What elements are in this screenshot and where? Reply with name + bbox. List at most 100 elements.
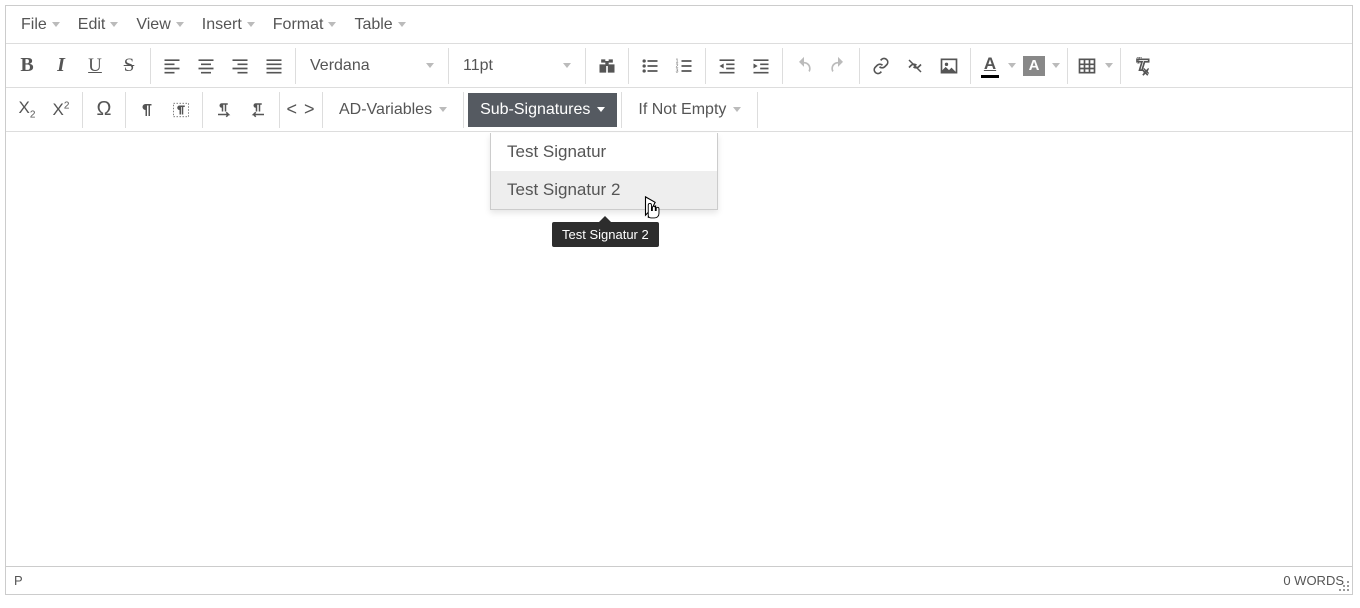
toolbar-row-2: X2 X2 Ω < > AD-Variables Sub-Signatures … xyxy=(6,88,1352,132)
separator xyxy=(1120,48,1121,84)
separator xyxy=(705,48,706,84)
italic-button[interactable]: I xyxy=(44,49,78,83)
bullet-list-button[interactable] xyxy=(633,49,667,83)
separator xyxy=(150,48,151,84)
undo-button[interactable] xyxy=(787,49,821,83)
ltr-button[interactable] xyxy=(207,93,241,127)
show-invisibles-button[interactable] xyxy=(130,93,164,127)
superscript-icon: X2 xyxy=(53,100,70,120)
insert-link-button[interactable] xyxy=(864,49,898,83)
menu-label: Format xyxy=(273,16,324,34)
menu-table[interactable]: Table xyxy=(345,10,414,40)
dropdown-item-label: Test Signatur 2 xyxy=(507,180,620,199)
caret-icon xyxy=(439,107,447,112)
resize-grip[interactable] xyxy=(1338,580,1350,592)
font-family-select[interactable]: Verdana xyxy=(300,49,444,83)
element-path[interactable]: P xyxy=(14,573,23,588)
code-icon: < > xyxy=(286,99,315,120)
align-justify-button[interactable] xyxy=(257,49,291,83)
bold-icon: B xyxy=(20,54,33,77)
align-left-button[interactable] xyxy=(155,49,189,83)
special-char-button[interactable]: Ω xyxy=(87,93,121,127)
align-center-button[interactable] xyxy=(189,49,223,83)
numbered-list-button[interactable]: 123 xyxy=(667,49,701,83)
toolbar-row-1: B I U S Verdana 11pt 123 A xyxy=(6,44,1352,88)
bg-color-icon: A xyxy=(1023,56,1045,76)
caret-icon xyxy=(110,22,118,27)
bold-button[interactable]: B xyxy=(10,49,44,83)
separator xyxy=(585,48,586,84)
show-blocks-button[interactable] xyxy=(164,93,198,127)
tooltip-text: Test Signatur 2 xyxy=(562,227,649,242)
table-button[interactable] xyxy=(1072,49,1116,83)
ltr-icon xyxy=(215,101,233,119)
editor: File Edit View Insert Format Table B I U… xyxy=(5,5,1353,595)
menu-view[interactable]: View xyxy=(127,10,192,40)
outdent-button[interactable] xyxy=(710,49,744,83)
font-family-value: Verdana xyxy=(310,57,416,75)
menu-insert[interactable]: Insert xyxy=(193,10,264,40)
font-size-select[interactable]: 11pt xyxy=(453,49,581,83)
insert-image-button[interactable] xyxy=(932,49,966,83)
dropdown-item-label: Test Signatur xyxy=(507,142,606,161)
separator xyxy=(628,48,629,84)
menu-label: File xyxy=(21,16,47,34)
text-color-button[interactable]: A xyxy=(975,49,1019,83)
find-replace-button[interactable] xyxy=(590,49,624,83)
bullet-list-icon xyxy=(640,56,660,76)
pilcrow-dotted-icon xyxy=(172,101,190,119)
separator xyxy=(782,48,783,84)
separator xyxy=(859,48,860,84)
unlink-icon xyxy=(906,57,924,75)
if-not-empty-button[interactable]: If Not Empty xyxy=(626,93,753,127)
strikethrough-icon: S xyxy=(124,55,135,77)
separator xyxy=(757,92,758,128)
separator xyxy=(1067,48,1068,84)
underline-icon: U xyxy=(88,55,102,77)
dropdown-item-test-signatur-2[interactable]: Test Signatur 2 xyxy=(491,171,717,209)
menu-format[interactable]: Format xyxy=(264,10,346,40)
undo-icon xyxy=(794,56,814,76)
separator xyxy=(463,92,464,128)
omega-icon: Ω xyxy=(97,98,112,121)
statusbar: P 0 WORDS xyxy=(6,566,1352,594)
bg-color-button[interactable]: A xyxy=(1019,49,1063,83)
separator xyxy=(448,48,449,84)
indent-button[interactable] xyxy=(744,49,778,83)
svg-text:T: T xyxy=(1136,56,1142,66)
menu-edit[interactable]: Edit xyxy=(69,10,128,40)
menu-label: Table xyxy=(354,16,392,34)
ad-variables-button[interactable]: AD-Variables xyxy=(327,93,459,127)
if-not-empty-label: If Not Empty xyxy=(638,101,726,119)
rtl-button[interactable] xyxy=(241,93,275,127)
source-code-button[interactable]: < > xyxy=(284,93,318,127)
menu-label: Edit xyxy=(78,16,106,34)
superscript-button[interactable]: X2 xyxy=(44,93,78,127)
caret-icon xyxy=(733,107,741,112)
word-count: 0 WORDS xyxy=(1283,573,1344,588)
subscript-button[interactable]: X2 xyxy=(10,93,44,127)
clear-formatting-button[interactable]: T xyxy=(1125,49,1159,83)
redo-button[interactable] xyxy=(821,49,855,83)
link-icon xyxy=(872,57,890,75)
caret-icon xyxy=(1008,63,1016,68)
image-icon xyxy=(939,56,959,76)
text-color-swatch xyxy=(981,75,999,78)
menu-label: View xyxy=(136,16,170,34)
redo-icon xyxy=(828,56,848,76)
align-left-icon xyxy=(162,56,182,76)
separator xyxy=(322,92,323,128)
sub-signatures-button[interactable]: Sub-Signatures xyxy=(468,93,617,127)
separator xyxy=(621,92,622,128)
numbered-list-icon: 123 xyxy=(674,56,694,76)
remove-link-button[interactable] xyxy=(898,49,932,83)
svg-text:3: 3 xyxy=(676,68,679,74)
align-right-button[interactable] xyxy=(223,49,257,83)
dropdown-item-test-signatur[interactable]: Test Signatur xyxy=(491,133,717,171)
separator xyxy=(970,48,971,84)
underline-button[interactable]: U xyxy=(78,49,112,83)
strikethrough-button[interactable]: S xyxy=(112,49,146,83)
menu-file[interactable]: File xyxy=(12,10,69,40)
caret-icon xyxy=(398,22,406,27)
indent-icon xyxy=(751,56,771,76)
